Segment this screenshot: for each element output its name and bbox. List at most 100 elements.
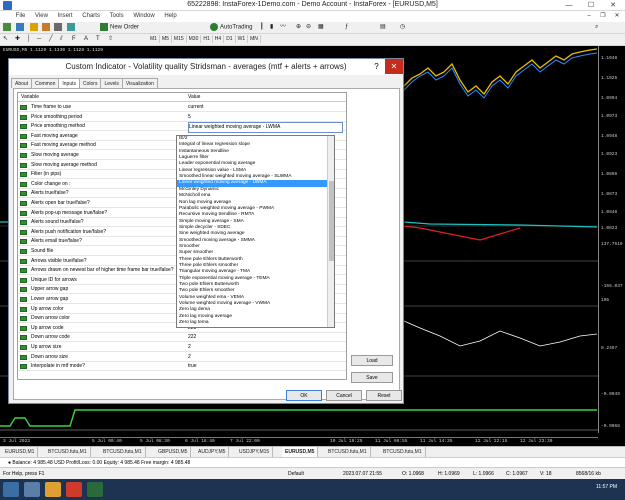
zoom-in-icon[interactable]: ⊕ — [296, 23, 301, 32]
menu-window[interactable]: Window — [129, 11, 158, 22]
dialog-close-button[interactable]: ✕ — [385, 59, 403, 74]
cancel-button[interactable]: Cancel — [326, 390, 362, 401]
start-button-icon[interactable] — [3, 482, 19, 497]
timeframe-m5[interactable]: M5 — [160, 35, 172, 43]
menu-file[interactable]: File — [12, 11, 30, 22]
tab-eurusd-m1[interactable]: EURUSD,M1 — [2, 447, 39, 457]
param-value[interactable]: 222 — [188, 333, 343, 342]
terminal-app-icon[interactable] — [87, 482, 103, 497]
timeframe-h1[interactable]: H1 — [201, 35, 213, 43]
timeframe-d1[interactable]: D1 — [224, 35, 236, 43]
terminal-icon[interactable] — [54, 23, 62, 32]
line-chart-icon[interactable]: 〰 — [280, 23, 286, 32]
horizontal-line-icon[interactable]: ─ — [37, 35, 41, 44]
menu-tools[interactable]: Tools — [106, 11, 128, 22]
dropdown-option[interactable]: Instantaneous trendline — [177, 149, 327, 155]
tab-btcusd-m1-4[interactable]: BTCUSD.futu,M1 — [380, 447, 426, 457]
param-row[interactable]: Price smoothing method Linear weighted mo… — [18, 122, 346, 134]
menu-view[interactable]: View — [31, 11, 52, 22]
fibonacci-icon[interactable]: Ϝ — [72, 35, 76, 44]
bar-chart-icon[interactable]: ┃ — [260, 23, 264, 32]
timeframe-m1[interactable]: M1 — [148, 35, 160, 43]
dropdown-option[interactable]: Super smoother — [177, 250, 327, 256]
tab-gbpusd-m5[interactable]: GBPUSD,M5 — [155, 447, 192, 457]
param-row[interactable]: Price smoothing period 5 — [18, 113, 346, 122]
mdi-restore-icon[interactable]: ❐ — [598, 11, 608, 22]
mdi-close-icon[interactable]: ✕ — [612, 11, 622, 22]
trendline-icon[interactable]: ╱ — [49, 35, 53, 44]
timeframe-m30[interactable]: M30 — [187, 35, 202, 43]
tab-levels[interactable]: Levels — [100, 78, 123, 88]
tile-windows-icon[interactable]: ▦ — [318, 23, 324, 32]
tab-common[interactable]: Common — [31, 78, 60, 88]
dropdown-option[interactable]: Integral of linear regression slope — [177, 142, 327, 148]
param-value[interactable]: 2 — [188, 353, 343, 362]
param-row[interactable]: Down arrow code 222 — [18, 333, 346, 343]
param-row[interactable]: Up arrow size 2 — [18, 343, 346, 352]
dropdown-option[interactable]: Two pole Ehlers smoother — [177, 288, 327, 294]
vertical-line-icon[interactable]: │ — [27, 35, 31, 44]
param-value[interactable]: 5 — [188, 113, 343, 122]
close-button[interactable]: ✕ — [602, 0, 624, 11]
tab-visualization[interactable]: Visualization — [121, 78, 158, 88]
dropdown-option[interactable]: McNicholl ema — [177, 193, 327, 199]
dropdown-option[interactable]: Recursive moving trendline - RMTA — [177, 212, 327, 218]
taskbar-app-icon[interactable] — [24, 482, 40, 497]
dropdown-option[interactable]: Linear weighted moving average - LWMA — [177, 180, 327, 187]
indicators-icon[interactable]: ƒ — [345, 23, 348, 32]
smoothing-method-dropdown[interactable]: IE/2 Integral of linear regression slope I… — [176, 135, 335, 328]
tab-btcusd-m1[interactable]: BTCUSD.futu,M1 — [45, 447, 91, 457]
minimize-button[interactable]: — — [558, 0, 580, 11]
dropdown-option[interactable]: Triple exponential moving average - TEMA — [177, 276, 327, 282]
market-watch-icon[interactable] — [30, 23, 38, 32]
search-icon[interactable]: ⌕ — [595, 23, 598, 32]
dropdown-option[interactable]: Triangular moving average - TMA — [177, 269, 327, 275]
tab-audjpy-m5[interactable]: AUDJPY,M5 — [195, 447, 230, 457]
templates-icon[interactable]: ▤ — [380, 23, 386, 32]
autotrading-button[interactable]: AutoTrading — [210, 23, 252, 32]
param-value[interactable]: current — [188, 103, 343, 112]
arrows-tool-icon[interactable]: ⇧ — [108, 35, 113, 44]
periods-icon[interactable]: ◷ — [400, 23, 405, 32]
timeframe-w1[interactable]: W1 — [236, 35, 249, 43]
tab-inputs[interactable]: Inputs — [58, 78, 80, 88]
tab-btcusd-m1-2[interactable]: BTCUSD.futu,M1 — [100, 447, 146, 457]
dropdown-scrollbar[interactable] — [327, 136, 334, 327]
timeframe-h4[interactable]: H4 — [213, 35, 225, 43]
ok-button[interactable]: OK — [286, 390, 322, 401]
param-value[interactable]: 2 — [188, 343, 343, 352]
dropdown-option[interactable]: Leader exponential moving average — [177, 161, 327, 167]
new-order-button[interactable]: New Order — [100, 23, 139, 32]
param-row[interactable]: Time frame to use current — [18, 103, 346, 112]
tab-usdjpy-m15[interactable]: USDJPY,M15 — [236, 447, 274, 457]
new-chart-icon[interactable] — [3, 23, 11, 32]
zoom-out-icon[interactable]: ⊖ — [306, 23, 311, 32]
menu-charts[interactable]: Charts — [78, 11, 104, 22]
candle-chart-icon[interactable]: ▮ — [270, 23, 273, 32]
dropdown-scroll-thumb[interactable] — [329, 181, 334, 261]
crosshair-icon[interactable]: ✚ — [15, 35, 20, 44]
text-tool-icon[interactable]: A — [84, 35, 88, 44]
dropdown-option[interactable]: Smoothed moving average - SMMA — [177, 238, 327, 244]
param-row[interactable]: Interpolate in mtf mode? true — [18, 362, 346, 372]
browser-icon[interactable] — [66, 482, 82, 497]
profiles-icon[interactable] — [16, 23, 24, 32]
mdi-minimize-icon[interactable]: – — [584, 11, 594, 22]
dropdown-option[interactable]: Simple moving average - SMA — [177, 219, 327, 225]
save-button[interactable]: Save — [351, 372, 393, 383]
tab-eurusd-m5[interactable]: EURUSD,M5 — [282, 447, 319, 457]
price-scale[interactable]: 1.1048 1.1025 1.0994 1.0973 1.0948 1.092… — [598, 46, 625, 433]
dropdown-option[interactable]: Zero lag dema — [177, 307, 327, 313]
file-explorer-icon[interactable] — [45, 482, 61, 497]
reset-button[interactable]: Reset — [366, 390, 402, 401]
menu-insert[interactable]: Insert — [54, 11, 77, 22]
navigator-icon[interactable] — [42, 23, 50, 32]
timeframe-mn[interactable]: MN — [248, 35, 261, 43]
label-tool-icon[interactable]: T — [96, 35, 100, 44]
dropdown-option[interactable]: Three pole Ehlers Butterworth — [177, 257, 327, 263]
timeframe-m15[interactable]: M15 — [172, 35, 187, 43]
maximize-button[interactable]: ☐ — [580, 0, 602, 11]
equidistant-channel-icon[interactable]: ⫽ — [60, 35, 63, 44]
param-value[interactable]: true — [188, 362, 343, 371]
tab-colors[interactable]: Colors — [79, 78, 102, 88]
